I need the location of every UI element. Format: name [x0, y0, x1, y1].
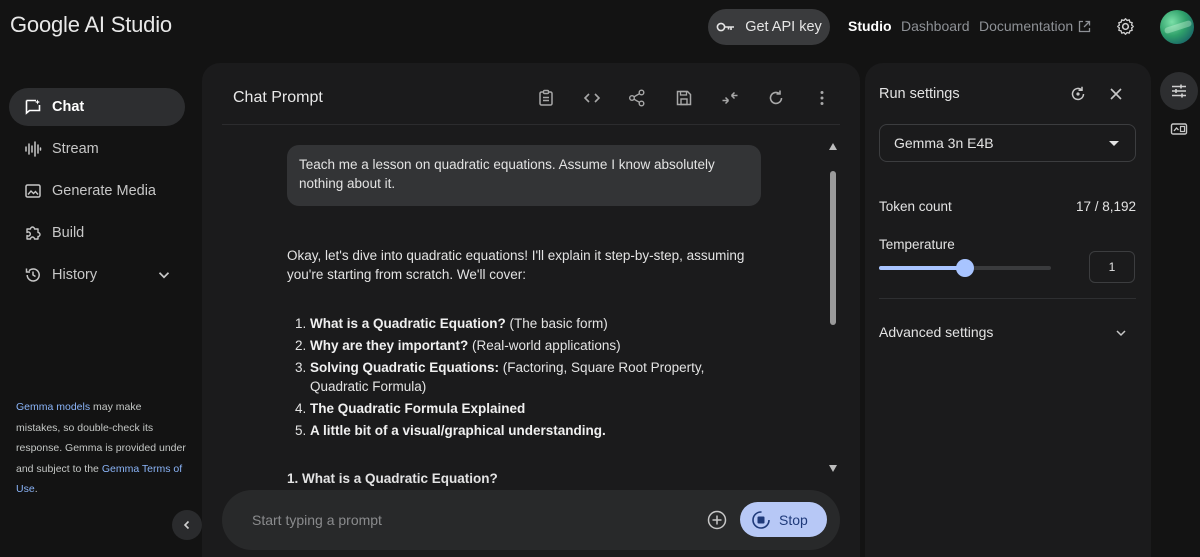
close-icon[interactable]: [1107, 85, 1125, 103]
nav-documentation[interactable]: Documentation: [979, 18, 1091, 34]
code-icon[interactable]: [582, 88, 602, 108]
get-api-key-label: Get API key: [745, 19, 822, 35]
run-settings-title: Run settings: [879, 86, 960, 102]
list-item: 3. Solving Quadratic Equations: (Factorin…: [295, 358, 765, 396]
list-number: 5.: [295, 423, 307, 438]
header-divider: [222, 124, 840, 125]
run-settings-panel: Run settings Gemma 3n E4B Token count 17…: [865, 63, 1151, 557]
collapse-sidebar-button[interactable]: [172, 510, 202, 540]
refresh-icon[interactable]: [766, 88, 786, 108]
reset-settings-icon[interactable]: [1069, 85, 1087, 103]
chat-title: Chat Prompt: [233, 89, 323, 106]
sidebar-item-build[interactable]: Build: [9, 214, 185, 252]
app-logo[interactable]: Google AI Studio: [10, 12, 172, 38]
chat-icon: [25, 99, 41, 115]
list-bold: Why are they important?: [310, 338, 469, 353]
scroll-up-arrow-icon[interactable]: [829, 143, 837, 150]
slider-fill: [879, 266, 965, 270]
waveform-icon: [25, 141, 42, 157]
model-select[interactable]: Gemma 3n E4B: [879, 124, 1136, 162]
list-rest: (The basic form): [505, 316, 608, 331]
sidebar-item-generate-media[interactable]: Generate Media: [9, 172, 185, 210]
list-number: 4.: [295, 401, 307, 416]
save-icon[interactable]: [674, 88, 694, 108]
chevron-left-icon: [183, 520, 190, 530]
user-avatar[interactable]: [1160, 10, 1194, 44]
sidebar-item-label: Generate Media: [52, 183, 156, 199]
run-settings-toggle[interactable]: [1160, 72, 1198, 110]
chat-panel: Chat Prompt Teach me a lesson on quadrat…: [202, 63, 860, 557]
left-sidebar: Chat Stream Generate Media Build History…: [0, 58, 202, 557]
advanced-settings-label[interactable]: Advanced settings: [879, 324, 993, 340]
sidebar-item-label: Stream: [52, 141, 99, 157]
list-bold: The Quadratic Formula Explained: [310, 401, 526, 416]
token-count-label: Token count: [879, 199, 952, 214]
prompt-input[interactable]: [252, 509, 672, 531]
chevron-down-icon[interactable]: [1113, 325, 1129, 341]
list-bold: Solving Quadratic Equations:: [310, 360, 500, 375]
list-bold: What is a Quadratic Equation?: [310, 316, 506, 331]
list-item: 5. A little bit of a visual/graphical und…: [295, 421, 765, 440]
section-heading: 1. What is a Quadratic Equation?: [287, 471, 498, 486]
sidebar-item-stream[interactable]: Stream: [9, 130, 185, 168]
media-icon: [25, 184, 41, 198]
reply-topic-list: 1. What is a Quadratic Equation? (The bas…: [295, 314, 765, 443]
gemma-disclaimer: Gemma models may make mistakes, so doubl…: [16, 397, 188, 500]
more-vert-icon[interactable]: [812, 88, 832, 108]
compare-icon[interactable]: [720, 88, 740, 108]
list-item: 4. The Quadratic Formula Explained: [295, 399, 765, 418]
chevron-down-icon[interactable]: [155, 266, 173, 284]
list-number: 2.: [295, 338, 307, 353]
scroll-down-arrow-icon[interactable]: [829, 465, 837, 472]
settings-divider: [879, 298, 1136, 299]
list-item: 2. Why are they important? (Real-world ap…: [295, 336, 765, 355]
key-icon: [716, 22, 735, 32]
get-api-key-button[interactable]: Get API key: [708, 9, 830, 45]
top-bar: Google AI Studio Get API key Studio Dash…: [0, 0, 1200, 58]
gemma-models-link[interactable]: Gemma models: [16, 401, 90, 413]
list-number: 3.: [295, 360, 307, 375]
list-bold: A little bit of a visual/graphical under…: [310, 423, 606, 438]
reply-intro: Okay, let's dive into quadratic equation…: [287, 248, 745, 282]
build-icon: [26, 226, 41, 240]
media-library-icon[interactable]: [1170, 120, 1188, 138]
dropdown-caret-icon: [1109, 141, 1119, 146]
sidebar-item-chat[interactable]: Chat: [9, 88, 185, 126]
external-link-icon: [1079, 20, 1091, 32]
stop-label: Stop: [779, 511, 808, 528]
add-circle-icon[interactable]: [706, 509, 728, 531]
list-rest: (Real-world applications): [468, 338, 621, 353]
history-icon: [25, 268, 40, 282]
temperature-input[interactable]: [1089, 251, 1135, 283]
user-message: Teach me a lesson on quadratic equations…: [287, 145, 761, 206]
temperature-label: Temperature: [879, 237, 955, 252]
sidebar-item-label: Chat: [52, 99, 85, 115]
stop-icon: [752, 510, 770, 529]
list-item: 1. What is a Quadratic Equation? (The bas…: [295, 314, 765, 333]
scrollbar-thumb[interactable]: [830, 171, 836, 325]
settings-gear-icon[interactable]: [1116, 17, 1135, 36]
list-number: 1.: [295, 316, 307, 331]
slider-thumb[interactable]: [956, 259, 974, 277]
tune-icon: [1172, 84, 1186, 98]
sidebar-item-label: Build: [52, 225, 85, 241]
disclaimer-end: .: [34, 483, 38, 495]
nav-documentation-label: Documentation: [979, 18, 1074, 34]
model-reply: Okay, let's dive into quadratic equation…: [287, 246, 777, 438]
share-icon[interactable]: [627, 88, 647, 108]
clipboard-icon[interactable]: [536, 88, 556, 108]
stop-button[interactable]: Stop: [740, 502, 827, 537]
prompt-bar: Stop: [222, 490, 840, 550]
sidebar-item-label: History: [52, 267, 98, 283]
token-count-value: 17 / 8,192: [1075, 199, 1136, 214]
temperature-slider[interactable]: [879, 259, 1051, 277]
nav-dashboard[interactable]: Dashboard: [901, 18, 970, 34]
sidebar-item-history[interactable]: History: [9, 256, 185, 294]
nav-studio[interactable]: Studio: [848, 18, 892, 34]
model-select-value: Gemma 3n E4B: [894, 135, 994, 151]
